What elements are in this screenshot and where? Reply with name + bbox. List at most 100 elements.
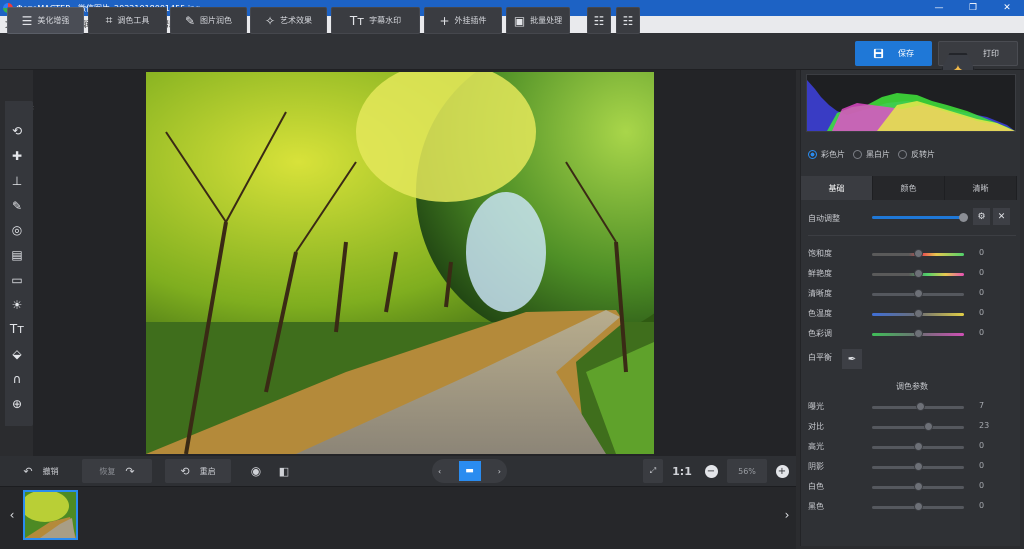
basic-slider-knob[interactable] (913, 249, 923, 258)
tone-section-title: 调色参数 (896, 382, 928, 391)
radial-icon[interactable]: ◎ (6, 220, 28, 240)
reset-button[interactable]: ⟲ 重启 (165, 459, 231, 483)
floppy-icon (873, 48, 884, 59)
next-file-icon[interactable]: › (498, 467, 501, 476)
tone-slider-knob[interactable] (913, 482, 923, 491)
tone-slider-track[interactable] (872, 426, 964, 429)
text-icon: Tт (349, 13, 365, 28)
globe-icon[interactable]: ⊕ (6, 394, 28, 414)
mode-bw-label: 黑白片 (866, 149, 890, 159)
white-balance-label: 白平衡 (808, 353, 832, 362)
zoom-in-button[interactable]: + (773, 459, 791, 483)
tab-color[interactable]: 颜色 (873, 176, 945, 200)
eyedropper-icon: ✒ (847, 353, 857, 365)
mode-bw[interactable]: 黑白片 (853, 149, 890, 160)
tone-slider-value: 0 (979, 501, 985, 510)
preset-add-icon: ☷ (593, 13, 605, 28)
basic-slider-row: 鲜艳度 0 (808, 268, 1018, 280)
manage-preset-button[interactable]: ☷ (616, 7, 640, 34)
tab-plugins[interactable]: + 外挂插件 (424, 7, 502, 34)
maximize-button[interactable]: ❐ (956, 0, 990, 16)
bandage-icon[interactable]: ✚ (6, 146, 28, 166)
compare-button[interactable]: ◧ (273, 459, 295, 483)
filmstrip-next-icon[interactable]: › (782, 490, 792, 540)
zoom-level[interactable]: 56% (727, 459, 767, 483)
prev-file-icon[interactable]: ‹ (438, 467, 441, 476)
open-folder-button[interactable]: ▬ (458, 461, 481, 481)
save-button[interactable]: 保存 (855, 41, 932, 66)
tone-slider-knob[interactable] (913, 502, 923, 511)
undo-button[interactable]: ↶ 撤销 (7, 459, 75, 483)
fit-screen-button[interactable]: ⤢ (643, 459, 663, 483)
mode-negative[interactable]: 反转片 (898, 149, 935, 160)
tab-batch[interactable]: ▣ 批量处理 (506, 7, 570, 34)
compare-icon: ◧ (278, 464, 290, 478)
actual-size-button[interactable]: 1:1 (670, 459, 694, 483)
magnet-icon[interactable]: ∩ (6, 369, 28, 389)
minimize-button[interactable]: — (922, 0, 956, 16)
tab-plugins-label: 外挂插件 (454, 16, 487, 25)
redo-button[interactable]: 恢复 ↷ (82, 459, 152, 483)
brush-icon[interactable]: ✎ (6, 196, 28, 216)
preview-eye-button[interactable]: ◉ (244, 459, 268, 483)
tone-slider-knob[interactable] (913, 462, 923, 471)
tab-enhance[interactable]: ☰ 美化增强 (7, 7, 84, 34)
minus-circle-icon: − (704, 464, 718, 478)
basic-slider-label: 色温度 (808, 309, 832, 318)
basic-slider-knob[interactable] (913, 269, 923, 278)
filmstrip-prev-icon[interactable]: ‹ (7, 490, 17, 540)
auto-settings-button[interactable]: ⚙ (973, 208, 990, 225)
bucket-icon[interactable]: ⬙ (6, 344, 28, 364)
plus-circle-icon: + (775, 464, 789, 478)
images-icon: ▣ (513, 13, 526, 28)
tab-art-effects[interactable]: ✧ 艺术效果 (250, 7, 327, 34)
tab-retouch[interactable]: ✎ 图片润色 (170, 7, 247, 34)
basic-slider-label: 饱和度 (808, 249, 832, 258)
filmstrip-thumbnail[interactable] (23, 490, 78, 540)
brush-icon: ✎ (184, 13, 196, 28)
basic-slider-knob[interactable] (913, 309, 923, 318)
basic-slider-value: 0 (979, 288, 985, 297)
tone-slider-label: 黑色 (808, 502, 824, 511)
auto-adjust-knob[interactable] (959, 213, 968, 222)
tab-crop-label: 调色工具 (117, 16, 150, 25)
tone-slider-knob[interactable] (923, 422, 933, 431)
tab-text-watermark[interactable]: Tт 字幕水印 (331, 7, 420, 34)
white-balance-picker[interactable]: ✒ (842, 349, 862, 369)
tone-slider-knob[interactable] (916, 402, 926, 411)
tone-slider-knob[interactable] (913, 442, 923, 451)
gradient-icon[interactable]: ▤ (6, 245, 28, 265)
basic-slider-knob[interactable] (913, 329, 923, 338)
vignette-icon[interactable]: ▭ (6, 270, 28, 290)
tone-slider-value: 0 (979, 461, 985, 470)
light-icon[interactable]: ☀ (6, 295, 28, 315)
photo-image (146, 72, 654, 454)
close-button[interactable]: ✕ (990, 0, 1024, 16)
tone-slider-label: 高光 (808, 442, 824, 451)
tab-crop[interactable]: ⌗ 调色工具 (88, 7, 167, 34)
zoom-out-button[interactable]: − (702, 459, 720, 483)
tone-slider-value: 0 (979, 481, 985, 490)
add-preset-button[interactable]: ☷ (587, 7, 611, 34)
mode-negative-label: 反转片 (911, 149, 935, 159)
photo-preview[interactable] (146, 72, 654, 454)
plus-icon: + (439, 13, 450, 28)
tone-slider-label: 白色 (808, 482, 824, 491)
tab-retouch-label: 图片润色 (200, 16, 233, 25)
basic-slider-knob[interactable] (913, 289, 923, 298)
auto-cancel-button[interactable]: ✕ (993, 208, 1010, 225)
basic-slider-label: 色彩调 (808, 329, 832, 338)
basic-slider-row: 色彩调 0 (808, 328, 1018, 340)
tab-clarity[interactable]: 清晰 (945, 176, 1017, 200)
mode-color[interactable]: 彩色片 (808, 149, 845, 160)
tone-slider-label: 对比 (808, 422, 824, 431)
tab-basic[interactable]: 基础 (801, 176, 873, 200)
basic-slider-label: 清晰度 (808, 289, 832, 298)
gear-icon: ⚙ (977, 211, 986, 222)
film-mode-group: 彩色片 黑白片 反转片 (808, 148, 935, 160)
auto-adjust-slider[interactable] (872, 216, 964, 219)
rotate-icon[interactable]: ⟲ (6, 121, 28, 141)
stamp-icon[interactable]: ⊥ (6, 171, 28, 191)
text-icon[interactable]: Tт (6, 319, 28, 339)
basic-slider-label: 鲜艳度 (808, 269, 832, 278)
